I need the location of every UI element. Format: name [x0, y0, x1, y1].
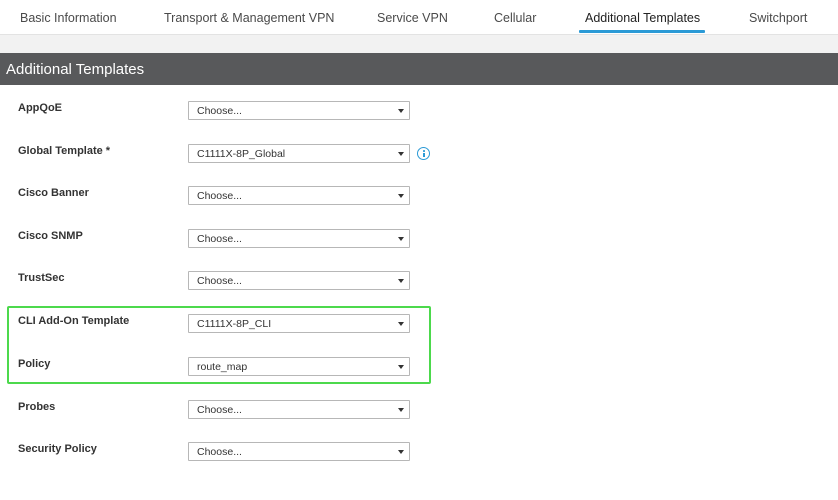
tab-switchport[interactable]: Switchport [749, 11, 807, 25]
global-template-select-value: C1111X-8P_Global [197, 148, 286, 160]
chevron-down-icon [398, 450, 404, 454]
chevron-down-icon [398, 152, 404, 156]
policy-select-value: route_map [197, 361, 248, 373]
chevron-down-icon [398, 279, 404, 283]
cli-add-on-template-select[interactable]: C1111X-8P_CLI [188, 314, 410, 333]
cisco-snmp-select[interactable]: Choose... [188, 229, 410, 248]
trustsec-select-value: Choose... [197, 275, 242, 287]
tab-transport-management-vpn[interactable]: Transport & Management VPN [164, 11, 334, 25]
probes-select[interactable]: Choose... [188, 400, 410, 419]
tab-divider [0, 34, 838, 53]
section-header: Additional Templates [0, 53, 838, 85]
chevron-down-icon [398, 109, 404, 113]
trustsec-select[interactable]: Choose... [188, 271, 410, 290]
appqoe-label: AppQoE [18, 102, 62, 114]
cisco-banner-label: Cisco Banner [18, 187, 89, 199]
section-title: Additional Templates [6, 61, 145, 78]
security-policy-label: Security Policy [18, 443, 97, 455]
active-tab-indicator [579, 30, 705, 33]
chevron-down-icon [398, 237, 404, 241]
policy-select[interactable]: route_map [188, 357, 410, 376]
chevron-down-icon [398, 322, 404, 326]
cli-add-on-template-label: CLI Add-On Template [18, 315, 130, 327]
chevron-down-icon [398, 408, 404, 412]
global-template-select[interactable]: C1111X-8P_Global [188, 144, 410, 163]
appqoe-select-value: Choose... [197, 105, 242, 117]
info-icon[interactable] [417, 147, 430, 160]
cisco-snmp-label: Cisco SNMP [18, 230, 83, 242]
probes-label: Probes [18, 401, 56, 413]
global-template-label: Global Template * [18, 145, 111, 157]
tab-bar: Basic Information Transport & Management… [0, 0, 838, 34]
chevron-down-icon [398, 194, 404, 198]
policy-label: Policy [18, 358, 51, 370]
tab-basic-information[interactable]: Basic Information [20, 11, 117, 25]
probes-select-value: Choose... [197, 404, 242, 416]
tab-additional-templates[interactable]: Additional Templates [585, 11, 700, 25]
security-policy-select-value: Choose... [197, 446, 242, 458]
trustsec-label: TrustSec [18, 272, 65, 284]
tab-cellular[interactable]: Cellular [494, 11, 536, 25]
cisco-banner-select[interactable]: Choose... [188, 186, 410, 205]
appqoe-select[interactable]: Choose... [188, 101, 410, 120]
cisco-banner-select-value: Choose... [197, 190, 242, 202]
security-policy-select[interactable]: Choose... [188, 442, 410, 461]
cli-add-on-template-select-value: C1111X-8P_CLI [197, 318, 272, 330]
cisco-snmp-select-value: Choose... [197, 233, 242, 245]
chevron-down-icon [398, 365, 404, 369]
tab-service-vpn[interactable]: Service VPN [377, 11, 448, 25]
